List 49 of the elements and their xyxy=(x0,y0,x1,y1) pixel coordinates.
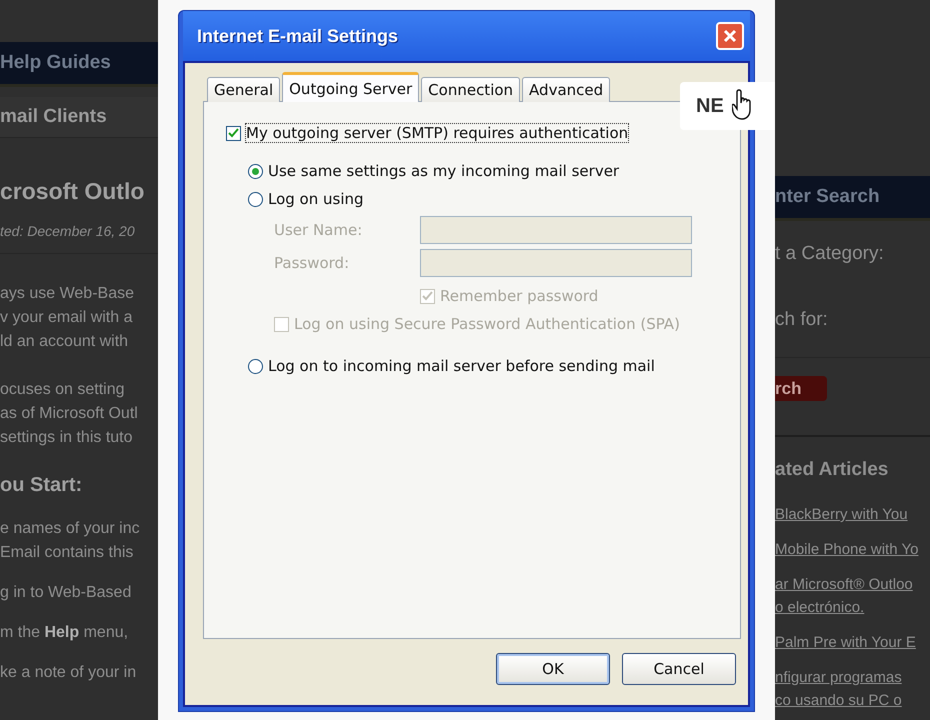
section-heading: ated Articles xyxy=(775,459,890,481)
paragraph-text: ays use Web-Base xyxy=(0,284,135,304)
section-heading: ou Start: xyxy=(0,474,84,497)
checkbox[interactable] xyxy=(226,126,241,140)
article-link[interactable]: co usando su PC o xyxy=(775,689,930,712)
article-link[interactable]: o electrónico. xyxy=(775,596,930,619)
category-label: t a Category: xyxy=(775,243,885,265)
close-button[interactable] xyxy=(716,22,744,50)
tab[interactable]: Connection xyxy=(421,77,520,102)
radio-button[interactable] xyxy=(248,358,263,374)
window-title: Internet E-mail Settings xyxy=(197,26,398,46)
step-text: e names of your inc xyxy=(0,519,141,539)
close-icon xyxy=(723,29,737,43)
step-text: ke a note of your in xyxy=(0,663,138,683)
section-title: mail Clients xyxy=(0,97,158,138)
search-label: ch for: xyxy=(775,309,829,331)
radio-button[interactable] xyxy=(248,192,263,206)
nav-header: Help Guides xyxy=(0,42,158,87)
step-text: Email contains this xyxy=(0,543,134,563)
checkbox-label: Remember password xyxy=(440,287,598,305)
radio-label: Log on using xyxy=(268,190,364,208)
step-text: m the Help menu, xyxy=(0,623,130,643)
article-link[interactable]: BlackBerry with You xyxy=(775,503,930,526)
article-link[interactable]: nfigurar programas xyxy=(775,666,930,689)
ok-button[interactable]: OK xyxy=(496,653,610,685)
checkbox-label: Log on using Secure Password Authentication (SPA) xyxy=(294,315,680,333)
field-label: Password: xyxy=(274,254,350,272)
tab[interactable]: Advanced xyxy=(522,77,610,102)
paragraph-text: ocuses on setting xyxy=(0,380,126,400)
radio-label: Log on to incoming mail server before sending mail xyxy=(268,357,655,375)
paragraph-text: ld an account with xyxy=(0,332,130,352)
paragraph-text: settings in this tuto xyxy=(0,428,134,448)
radio-button[interactable] xyxy=(248,164,263,178)
checkbox-label: My outgoing server (SMTP) requires authentication xyxy=(246,124,628,142)
article-link[interactable]: Palm Pre with Your E xyxy=(775,631,930,654)
nav-header: nter Search xyxy=(775,176,930,221)
field-label: User Name: xyxy=(274,221,364,239)
article-title: crosoft Outlo xyxy=(0,178,146,205)
paragraph-text: v your email with a xyxy=(0,308,134,328)
tooltip-text: NE xyxy=(696,94,724,118)
cancel-button[interactable]: Cancel xyxy=(622,653,736,685)
search-button[interactable]: rch xyxy=(775,376,827,401)
tab[interactable]: General xyxy=(207,77,280,102)
tab[interactable]: Outgoing Server xyxy=(282,72,420,102)
article-link[interactable]: ar Microsoft® Outloo xyxy=(775,573,930,596)
step-text: g in to Web-Based xyxy=(0,583,132,603)
radio-label: Use same settings as my incoming mail server xyxy=(268,162,620,180)
article-link[interactable]: Mobile Phone with Yo xyxy=(775,538,930,561)
paragraph-text: as of Microsoft Outl xyxy=(0,404,139,424)
